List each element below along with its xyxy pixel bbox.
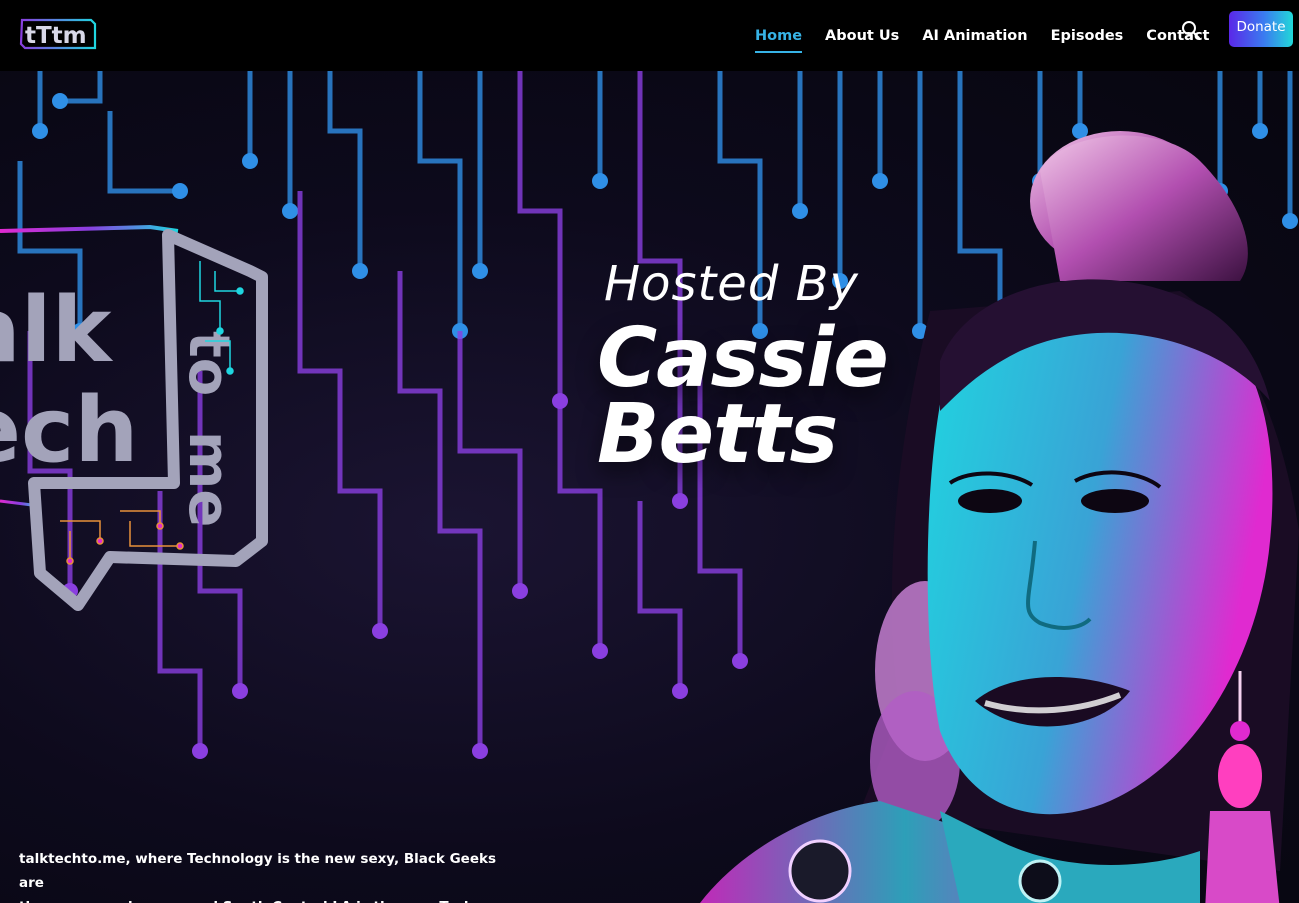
- circuit-trace: [417, 71, 463, 331]
- tagline-line-1: talktechto.me, where Technology is the n…: [19, 851, 497, 891]
- circuit-node: [232, 683, 248, 699]
- top-nav: tTtm Home About Us AI Animation Episodes…: [0, 0, 1299, 71]
- hero-section: alk ech to me Hosted By Cassie Betts: [0, 71, 1299, 903]
- circuit-node: [592, 643, 608, 659]
- circuit-trace: [327, 71, 363, 271]
- host-portrait: [700, 131, 1299, 903]
- circuit-node: [512, 583, 528, 599]
- circuit-node: [52, 93, 68, 109]
- circuit-node: [282, 203, 298, 219]
- circuit-node: [352, 263, 368, 279]
- nav-about-us[interactable]: About Us: [825, 28, 899, 44]
- circuit-node: [472, 743, 488, 759]
- circuit-node: [372, 623, 388, 639]
- nav-episodes[interactable]: Episodes: [1051, 28, 1124, 44]
- main-menu: Home About Us AI Animation Episodes Cont…: [755, 0, 1232, 71]
- logo-word-me: me: [176, 431, 241, 527]
- circuit-node: [192, 743, 208, 759]
- tagline-line-2: the new superheroes, and South Central L…: [19, 895, 519, 903]
- circuit-node: [32, 123, 48, 139]
- circuit-trace: [517, 71, 563, 401]
- nav-ai-animation[interactable]: AI Animation: [922, 28, 1027, 44]
- search-icon[interactable]: [1181, 20, 1201, 40]
- circuit-trace: [397, 271, 483, 751]
- circuit-trace: [557, 401, 603, 651]
- circuit-trace: [297, 191, 383, 631]
- talk-tech-to-me-logo: alk ech to me: [0, 224, 268, 611]
- circuit-trace: [457, 331, 523, 591]
- circuit-node: [172, 183, 188, 199]
- site-logo[interactable]: tTtm: [19, 14, 97, 52]
- circuit-node: [592, 173, 608, 189]
- logo-word-tech: ech: [0, 378, 138, 483]
- nav-home[interactable]: Home: [755, 28, 803, 53]
- logo-text: tTtm: [25, 23, 87, 49]
- donate-button[interactable]: Donate: [1229, 11, 1293, 47]
- logo-word-talk: alk: [0, 278, 114, 383]
- tagline: talktechto.me, where Technology is the n…: [19, 847, 519, 903]
- circuit-node: [242, 153, 258, 169]
- circuit-trace: [107, 111, 180, 194]
- circuit-node: [472, 263, 488, 279]
